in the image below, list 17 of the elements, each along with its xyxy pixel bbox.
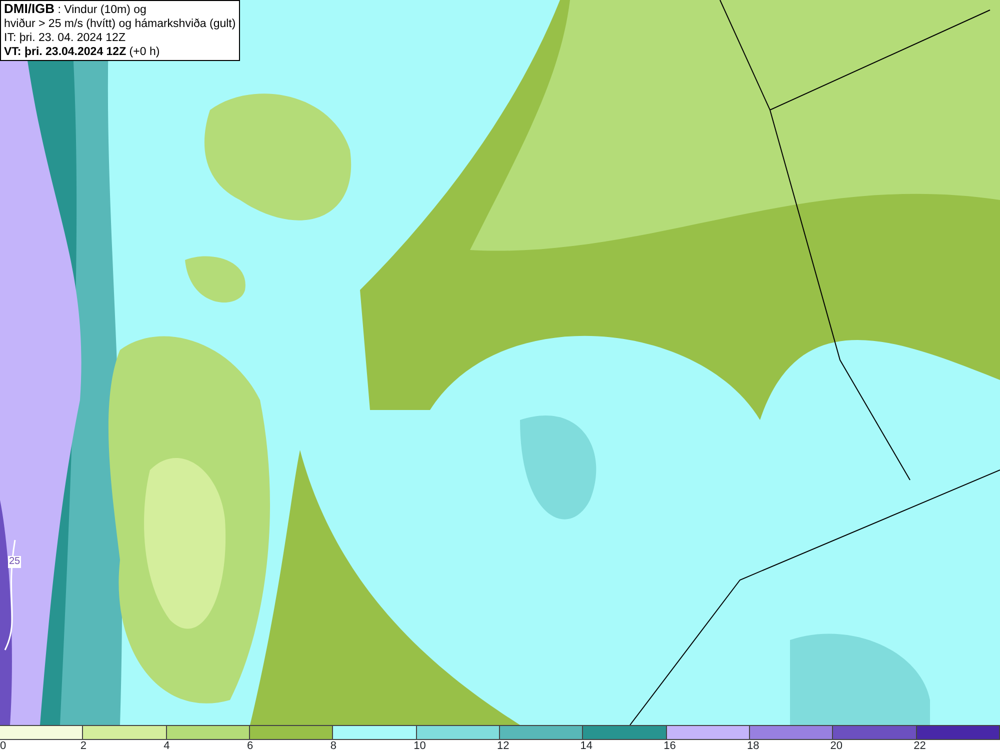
caption-line: DMI/IGB : Vindur (10m) og xyxy=(4,2,148,17)
caption-line: hviður > 25 m/s (hvítt) og hámarkshviða (gult) xyxy=(4,17,236,31)
legend-tick-label: 6 xyxy=(246,740,254,752)
legend-tick-label: 12 xyxy=(496,740,510,752)
legend-tick-label: 18 xyxy=(746,740,760,752)
legend-tick-label: 2 xyxy=(80,740,86,752)
legend-tick-label: 14 xyxy=(580,740,593,752)
legend-tick-label: 22 xyxy=(914,740,926,752)
legend-tick-label: 10 xyxy=(414,740,426,752)
legend-tick-label: 0 xyxy=(0,740,6,752)
caption-line: IT: þri. 23. 04. 2024 12Z xyxy=(4,31,126,45)
legend-tick-label: 4 xyxy=(164,740,170,752)
caption-line: VT: þri. 23.04.2024 12Z (+0 h) xyxy=(4,45,161,59)
legend-tick-label: 20 xyxy=(830,740,843,752)
contour-label: 25 xyxy=(8,556,22,568)
legend-tick-label: 16 xyxy=(664,740,676,752)
legend-tick-label: 8 xyxy=(330,740,336,752)
